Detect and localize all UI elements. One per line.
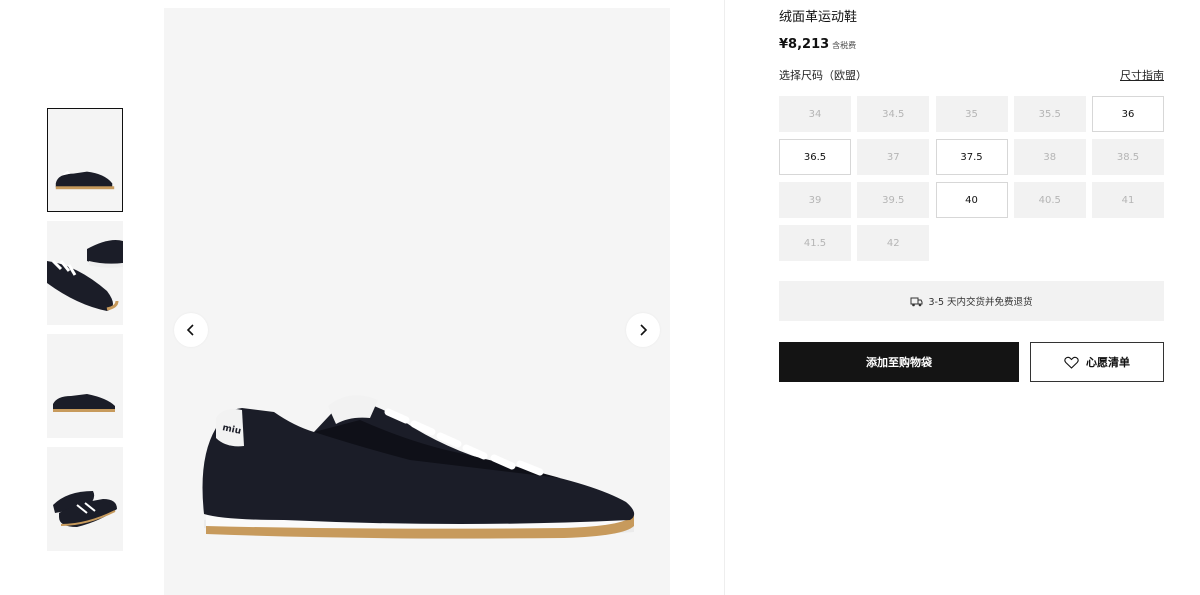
size-option[interactable]: 37 <box>857 139 930 175</box>
size-option[interactable]: 34.5 <box>857 96 930 132</box>
size-option[interactable]: 41.5 <box>779 225 851 261</box>
size-option[interactable]: 40.5 <box>1013 182 1086 218</box>
size-option[interactable]: 39.5 <box>857 182 930 218</box>
tax-note: 含税费 <box>832 41 857 50</box>
size-option[interactable]: 34 <box>779 96 851 132</box>
size-option[interactable]: 38.5 <box>1092 139 1164 175</box>
thumbnail-1[interactable] <box>47 108 123 212</box>
wishlist-button[interactable]: 心愿清单 <box>1030 342 1164 382</box>
price-row: ¥8,213 含税费 <box>779 33 856 52</box>
wishlist-label: 心愿清单 <box>1086 356 1130 369</box>
product-name: 绒面革运动鞋 <box>779 10 858 25</box>
size-option[interactable]: 36.5 <box>779 139 851 175</box>
size-option[interactable]: 35.5 <box>1013 96 1086 132</box>
product-main-image: miu <box>164 8 670 595</box>
size-option[interactable]: 42 <box>857 225 930 261</box>
add-to-bag-button[interactable]: 添加至购物袋 <box>779 342 1019 382</box>
size-select-label: 选择尺码（欧盟） <box>779 69 867 82</box>
product-price: ¥8,213 <box>779 37 830 52</box>
previous-image-button[interactable] <box>174 313 208 347</box>
thumbnail-3[interactable] <box>47 334 123 438</box>
sneaker-illustration: miu <box>202 395 635 540</box>
size-option[interactable]: 37.5 <box>935 139 1008 175</box>
thumbnail-list <box>47 108 123 560</box>
next-image-button[interactable] <box>626 313 660 347</box>
thumbnail-4[interactable] <box>47 447 123 551</box>
size-option[interactable]: 38 <box>1013 139 1086 175</box>
size-guide-link[interactable]: 尺寸指南 <box>1120 67 1164 83</box>
chevron-right-icon <box>640 324 648 336</box>
vertical-divider <box>724 0 725 595</box>
size-option[interactable]: 40 <box>935 182 1008 218</box>
delivery-truck-icon <box>910 297 923 306</box>
delivery-text: 3-5 天内交货并免费退货 <box>928 297 1033 308</box>
size-grid: 34 34.5 35 35.5 36 36.5 37 37.5 38 38.5 39 39.5 40 40… <box>779 96 1164 261</box>
size-option[interactable]: 36 <box>1092 96 1164 132</box>
delivery-info: 3-5 天内交货并免费退货 <box>779 281 1164 321</box>
size-option[interactable]: 39 <box>779 182 851 218</box>
thumbnail-2[interactable] <box>47 221 123 325</box>
chevron-left-icon <box>186 324 194 336</box>
size-option[interactable]: 35 <box>935 96 1008 132</box>
heart-icon <box>1064 356 1079 369</box>
size-option[interactable]: 41 <box>1092 182 1164 218</box>
